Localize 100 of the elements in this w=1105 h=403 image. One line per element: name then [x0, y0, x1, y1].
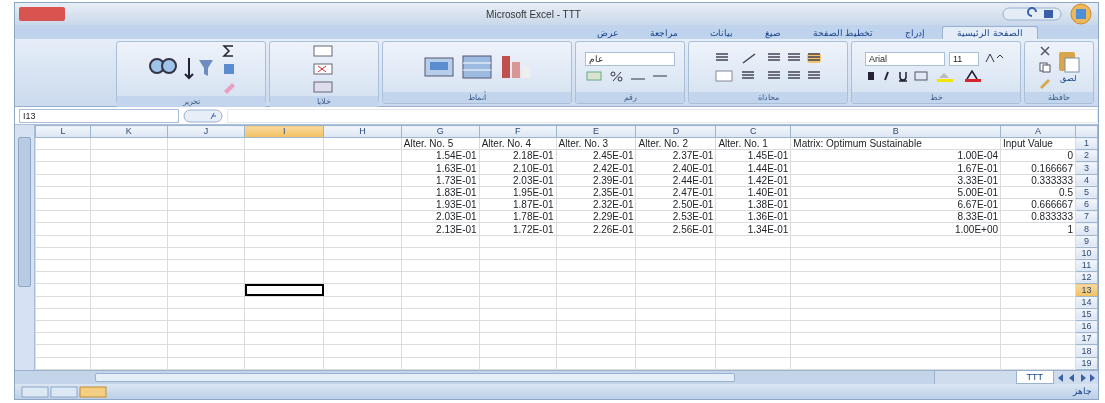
- format-cells-icon[interactable]: [312, 80, 336, 94]
- table-cell: Alter. No. 1: [715, 137, 791, 150]
- ribbon-tab[interactable]: الصفحة الرئيسية: [942, 26, 1038, 39]
- table-cell: 1.44E-01: [715, 161, 791, 175]
- cut-icon[interactable]: [1038, 45, 1052, 57]
- table-cell: 6.67E-01: [790, 198, 1001, 211]
- number-format-field[interactable]: عام: [585, 52, 675, 66]
- table-cell: 1.93E-01: [401, 198, 480, 211]
- name-box[interactable]: I13: [19, 108, 179, 123]
- table-cell: 1.42E-01: [715, 174, 791, 187]
- group-label: تحرير: [182, 97, 200, 106]
- table-cell: Input Value: [1000, 137, 1076, 150]
- active-cell[interactable]: [244, 283, 324, 297]
- table-cell: 2.39E-01: [556, 174, 636, 187]
- table-cell: Alter. No. 5: [401, 137, 480, 150]
- table-cell: 8.33E-01: [790, 210, 1001, 223]
- table-cell: Alter. No. 4: [479, 137, 557, 150]
- table-cell: 2.13E-01: [401, 222, 480, 236]
- table-cell: 2.44E-01: [636, 174, 716, 187]
- table-cell: 2.26E-01: [556, 222, 636, 236]
- table-cell: 5.00E-01: [790, 186, 1001, 199]
- table-cell: 1: [1000, 222, 1076, 236]
- format-table-icon[interactable]: [460, 52, 494, 82]
- table-cell: 1.78E-01: [479, 210, 557, 223]
- column-header[interactable]: F: [479, 125, 557, 138]
- group-label: خط: [929, 93, 943, 102]
- insert-cells-icon[interactable]: [312, 44, 336, 58]
- table-cell: 1.40E-01: [715, 186, 791, 199]
- font-field[interactable]: Arial: [865, 52, 945, 66]
- table-cell: 2.35E-01: [556, 186, 636, 199]
- copy-icon[interactable]: [1038, 61, 1052, 73]
- table-cell: 2.29E-01: [556, 210, 636, 223]
- column-header[interactable]: C: [715, 125, 791, 138]
- ribbon-tab[interactable]: مراجعة: [634, 26, 693, 39]
- table-cell: 2.53E-01: [636, 210, 716, 223]
- table-cell: 2.47E-01: [636, 186, 716, 199]
- table-cell: 1.54E-01: [401, 149, 480, 162]
- table-cell: 0.833333: [1000, 210, 1076, 223]
- table-cell: 0.333333: [1000, 174, 1076, 187]
- horizontal-scrollbar[interactable]: [15, 371, 935, 384]
- table-cell: 1.95E-01: [479, 186, 557, 199]
- quick-access-toolbar[interactable]: [1002, 7, 1062, 21]
- row-header[interactable]: 10: [1075, 247, 1098, 260]
- column-header[interactable]: G: [401, 125, 480, 138]
- table-cell: 1.67E-01: [790, 161, 1001, 175]
- table-cell: 2.18E-01: [479, 149, 557, 162]
- sheet-tab[interactable]: TTT: [1015, 371, 1054, 384]
- group-label: خلايا: [317, 97, 331, 106]
- table-cell: 1.73E-01: [401, 174, 480, 187]
- table-cell: 1.83E-01: [401, 186, 480, 199]
- column-header[interactable]: I: [244, 125, 324, 138]
- underline-icon[interactable]: [897, 70, 909, 82]
- table-cell: Matrix: Optimum Sustainable: [790, 137, 1001, 150]
- table-cell: 2.03E-01: [479, 174, 557, 187]
- window-title: Microsoft Excel - TTT: [486, 8, 581, 20]
- column-header[interactable]: J: [167, 125, 245, 138]
- vertical-scrollbar[interactable]: [15, 125, 35, 370]
- table-cell: 1.87E-01: [479, 198, 557, 211]
- table-cell: 2.42E-01: [556, 161, 636, 175]
- table-cell: 2.50E-01: [636, 198, 716, 211]
- ribbon-tab[interactable]: عرض: [581, 26, 633, 39]
- column-header[interactable]: E: [556, 125, 636, 138]
- formula-field[interactable]: [227, 108, 1098, 123]
- table-cell: 1.45E-01: [715, 149, 791, 162]
- status-text: جاهز: [1073, 384, 1092, 398]
- column-header[interactable]: K: [90, 125, 168, 138]
- table-cell: 0.666667: [1000, 198, 1076, 211]
- table-cell: 2.10E-01: [479, 161, 557, 175]
- table-cell: 2.45E-01: [556, 149, 636, 162]
- office-button[interactable]: [1068, 3, 1094, 25]
- align-bottom-icon[interactable]: [806, 51, 822, 65]
- table-cell: 3.33E-01: [790, 174, 1001, 187]
- column-header[interactable]: H: [323, 125, 402, 138]
- column-header[interactable]: D: [636, 125, 716, 138]
- bold-icon[interactable]: [865, 70, 877, 82]
- percent-icon[interactable]: [609, 70, 625, 82]
- ribbon-tab[interactable]: صيغ: [749, 26, 796, 39]
- font-size-field[interactable]: 11: [949, 52, 979, 66]
- delete-cells-icon[interactable]: [312, 62, 336, 76]
- column-header[interactable]: A: [1000, 125, 1076, 138]
- row-header[interactable]: 5: [1075, 186, 1098, 199]
- table-cell: 2.03E-01: [401, 210, 480, 223]
- paste-button[interactable]: لصق: [1060, 73, 1076, 85]
- table-cell: 1.34E-01: [715, 222, 791, 236]
- table-cell: 1.00E+00: [790, 222, 1001, 236]
- ribbon-tab[interactable]: بيانات: [694, 26, 748, 39]
- table-cell: 2.32E-01: [556, 198, 636, 211]
- table-cell: 1.38E-01: [715, 198, 791, 211]
- ribbon-tab[interactable]: إدراج: [890, 26, 941, 39]
- table-cell: 0: [1000, 149, 1076, 162]
- group-label: أنماط: [468, 93, 486, 102]
- group-label: حافظة: [1048, 93, 1070, 102]
- table-cell: 1.72E-01: [479, 222, 557, 236]
- table-cell: 1.00E-04: [790, 149, 1001, 162]
- row-header[interactable]: 15: [1075, 308, 1098, 321]
- column-header[interactable]: B: [790, 125, 1001, 138]
- paste-icon[interactable]: [1056, 49, 1080, 73]
- ribbon-tab[interactable]: تخطيط الصفحة: [797, 26, 889, 39]
- column-header[interactable]: L: [35, 125, 91, 138]
- table-cell: 2.56E-01: [636, 222, 716, 236]
